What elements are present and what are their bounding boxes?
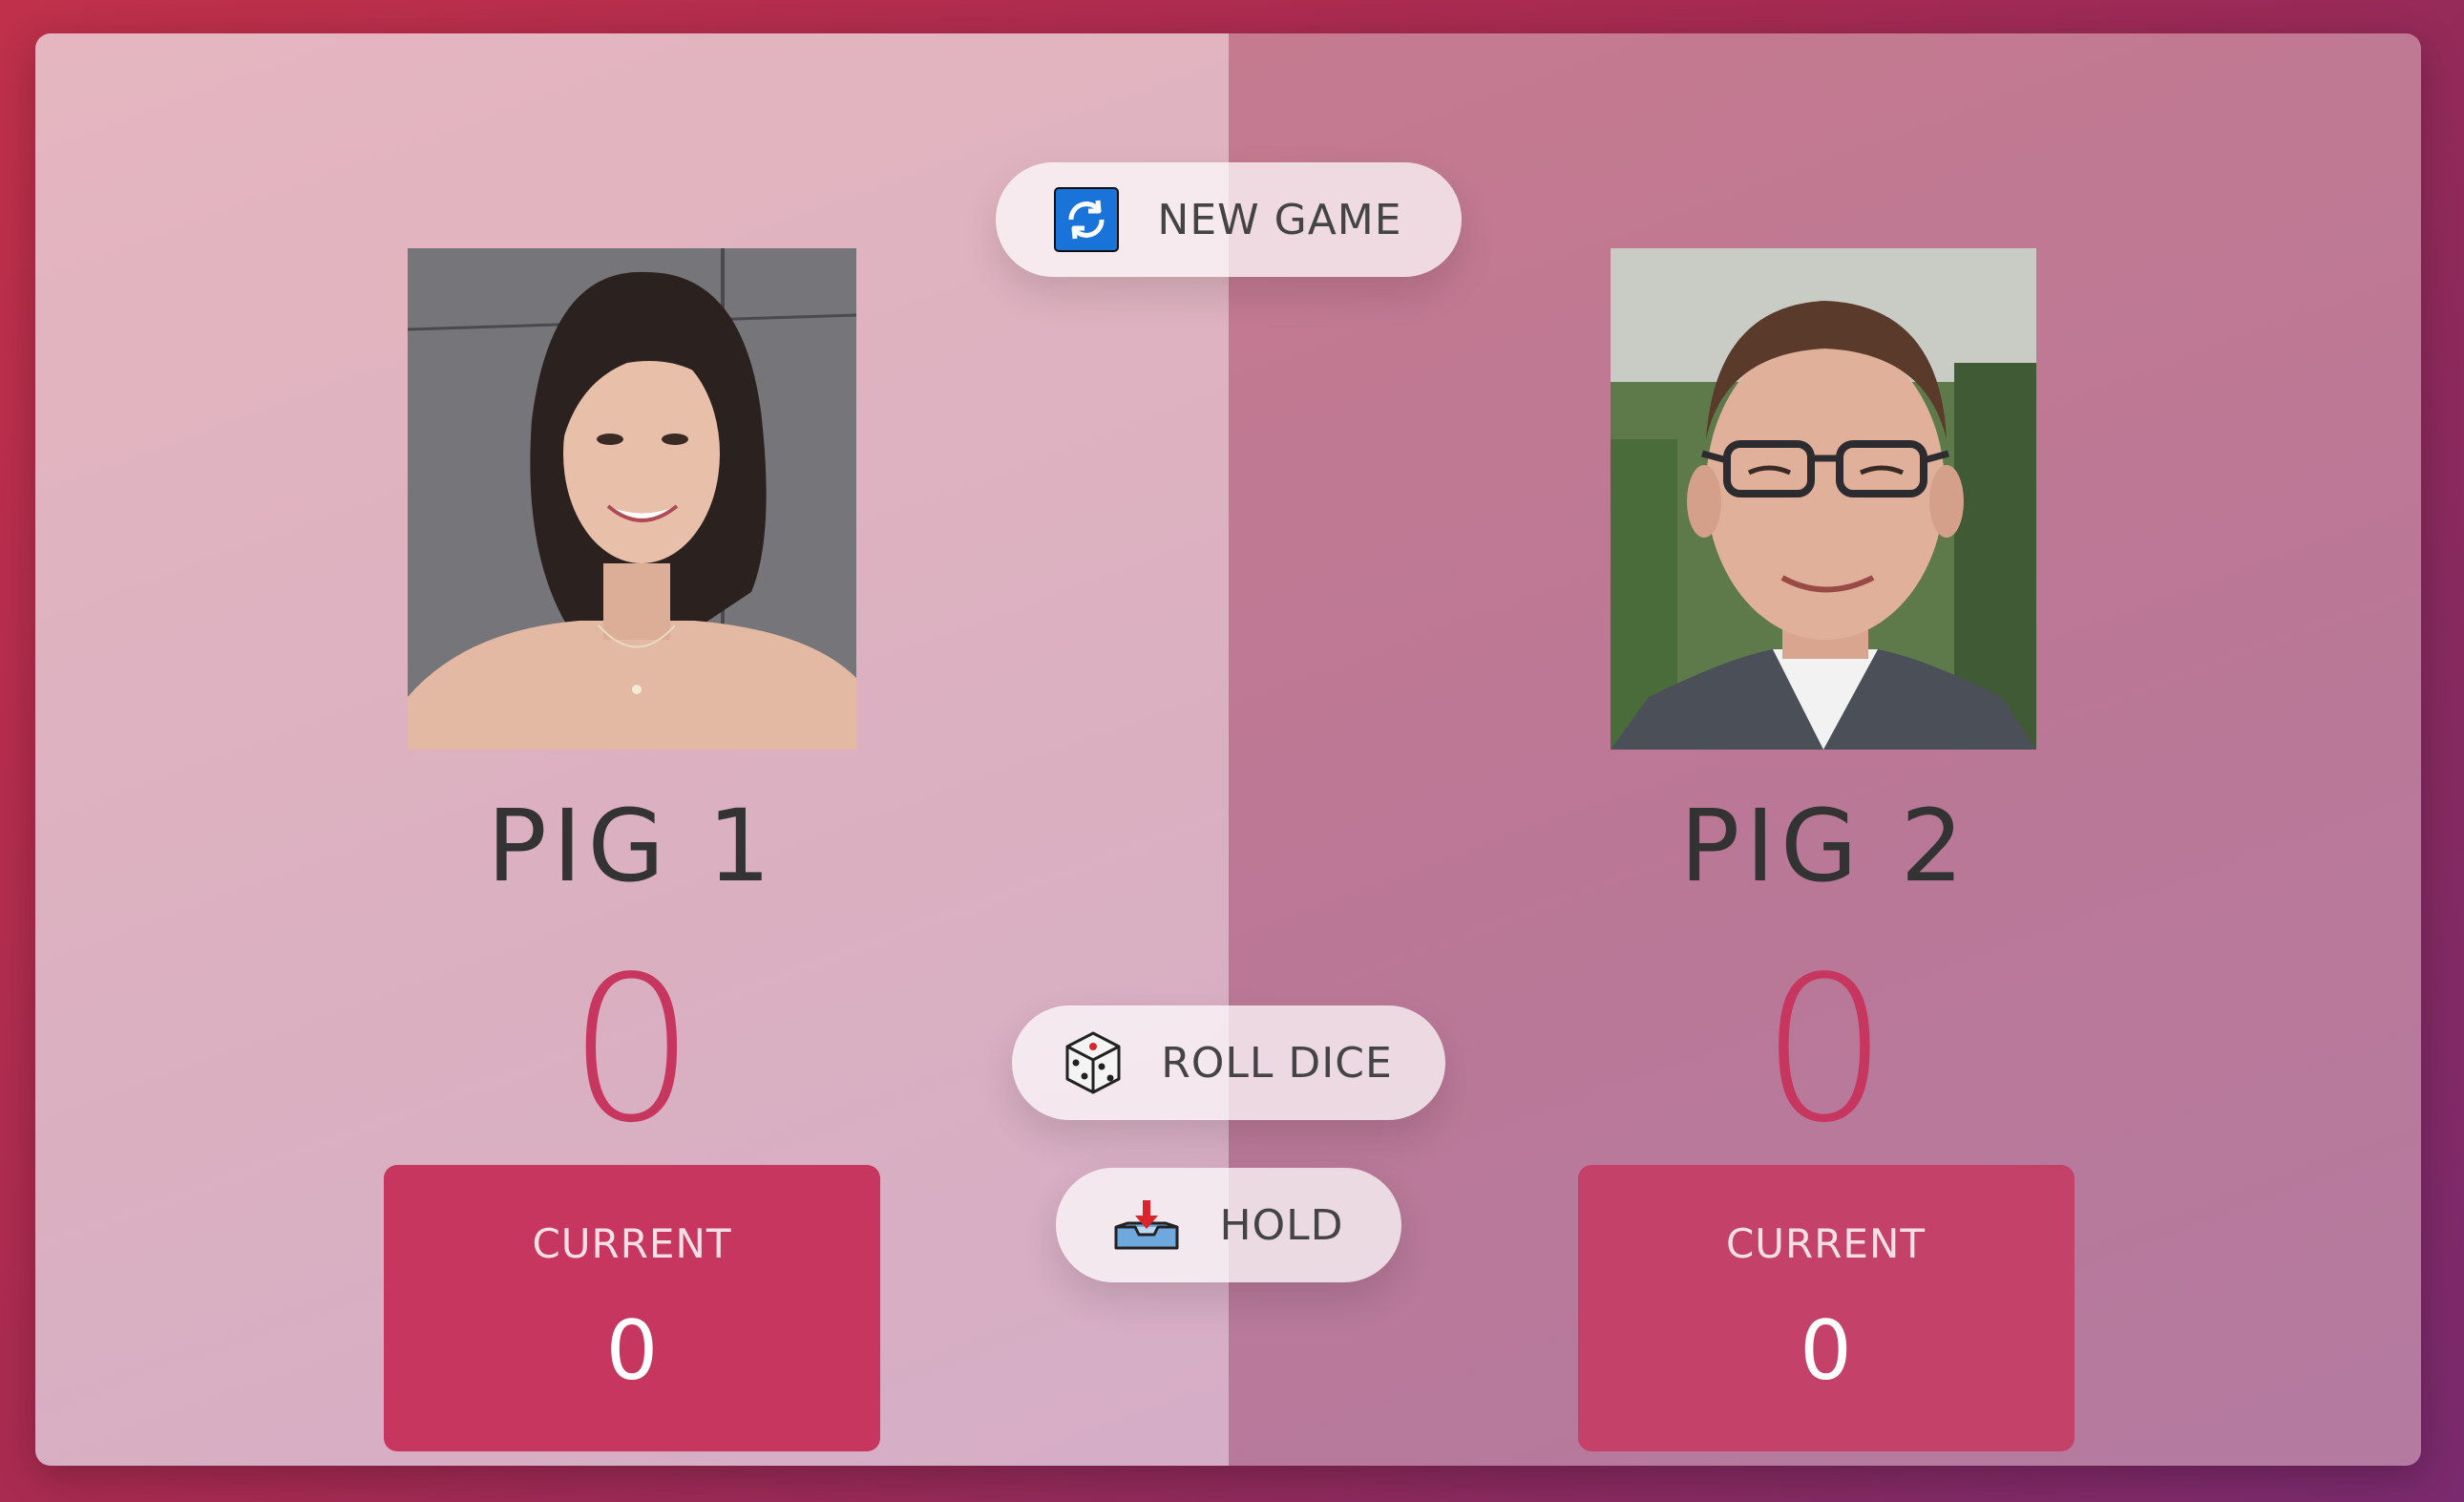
player-2-current-label: CURRENT	[1725, 1220, 1927, 1267]
player-2-photo	[1610, 248, 2036, 750]
game-board: PIG 1 0 CURRENT 0 PIG 2 0 CURRENT 0 NEW …	[35, 33, 2421, 1466]
player-1-name: PIG 1	[487, 788, 777, 904]
roll-dice-label: ROLL DICE	[1161, 1038, 1393, 1088]
player-1-current-label: CURRENT	[532, 1220, 732, 1267]
player-1-current-score: 0	[605, 1303, 659, 1399]
hold-label: HOLD	[1219, 1200, 1344, 1250]
player-2-current-score: 0	[1800, 1303, 1852, 1399]
player-2-current-box: CURRENT 0	[1577, 1165, 2074, 1451]
new-game-button[interactable]: NEW GAME	[995, 162, 1462, 277]
player-2-name: PIG 2	[1679, 788, 1969, 904]
hold-button[interactable]: HOLD	[1055, 1168, 1401, 1282]
refresh-icon	[1054, 187, 1120, 252]
new-game-label: NEW GAME	[1157, 195, 1402, 244]
player-1-photo	[408, 248, 856, 750]
inbox-tray-icon	[1112, 1198, 1181, 1252]
roll-dice-button[interactable]: ROLL DICE	[1011, 1005, 1445, 1120]
dice-icon	[1064, 1030, 1123, 1095]
player-1-current-box: CURRENT 0	[384, 1165, 880, 1451]
